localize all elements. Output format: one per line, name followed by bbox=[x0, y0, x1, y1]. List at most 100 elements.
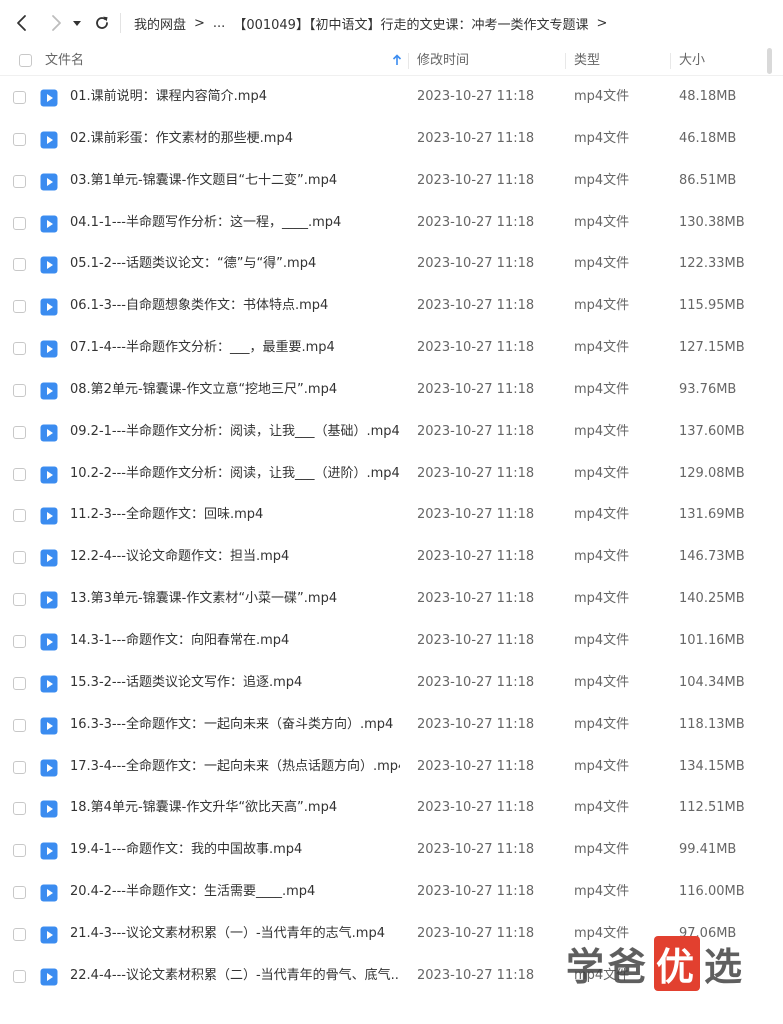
file-row[interactable]: 18.第4单元-锦囊课-作文升华“欲比天高”.mp4 2023-10-27 11… bbox=[0, 787, 783, 829]
row-checkbox[interactable] bbox=[13, 802, 26, 816]
column-divider[interactable] bbox=[670, 53, 671, 69]
column-header-size[interactable]: 大小 bbox=[679, 46, 705, 76]
file-name: 11.2-3---全命题作文：回味.mp4 bbox=[70, 507, 264, 523]
video-file-icon bbox=[40, 340, 58, 358]
file-size: 104.34MB bbox=[679, 674, 745, 690]
row-checkbox[interactable] bbox=[13, 634, 26, 648]
file-row[interactable]: 14.3-1---命题作文：向阳春常在.mp4 2023-10-27 11:18… bbox=[0, 620, 783, 662]
sort-ascending-icon[interactable] bbox=[392, 54, 402, 66]
top-nav-bar: 我的网盘 > ... 【001049】【初中语文】行走的文史课：冲考一类作文专题… bbox=[0, 0, 783, 46]
file-name: 08.第2单元-锦囊课-作文立意“挖地三尺”.mp4 bbox=[70, 381, 338, 397]
file-name: 21.4-3---议论文素材积累（一）-当代青年的志气.mp4 bbox=[70, 925, 385, 941]
row-checkbox[interactable] bbox=[13, 760, 26, 774]
row-checkbox[interactable] bbox=[13, 258, 26, 272]
file-row[interactable]: 19.4-1---命题作文：我的中国故事.mp4 2023-10-27 11:1… bbox=[0, 829, 783, 871]
file-row[interactable]: 20.4-2---半命题作文：生活需要____.mp4 2023-10-27 1… bbox=[0, 871, 783, 913]
watermark-logo: 学 爸 优 选 bbox=[566, 935, 746, 991]
file-row[interactable]: 12.2-4---议论文命题作文：担当.mp4 2023-10-27 11:18… bbox=[0, 536, 783, 578]
breadcrumb-item-current[interactable]: 【001049】【初中语文】行走的文史课：冲考一类作文专题课 bbox=[233, 14, 588, 33]
column-divider[interactable] bbox=[408, 53, 409, 69]
file-row[interactable]: 08.第2单元-锦囊课-作文立意“挖地三尺”.mp4 2023-10-27 11… bbox=[0, 369, 783, 411]
file-type: mp4文件 bbox=[574, 674, 630, 690]
file-size: 46.18MB bbox=[679, 130, 737, 146]
breadcrumb-separator[interactable]: > bbox=[596, 16, 607, 31]
file-row[interactable]: 05.1-2---话题类议论文：“德”与“得”.mp4 2023-10-27 1… bbox=[0, 243, 783, 285]
file-size: 127.15MB bbox=[679, 340, 745, 356]
file-row[interactable]: 03.第1单元-锦囊课-作文题目“七十二变”.mp4 2023-10-27 11… bbox=[0, 160, 783, 202]
file-type: mp4文件 bbox=[574, 591, 630, 607]
scrollbar-thumb[interactable] bbox=[767, 48, 772, 74]
file-row[interactable]: 01.课前说明：课程内容简介.mp4 2023-10-27 11:18 mp4文… bbox=[0, 76, 783, 118]
file-name: 22.4-4---议论文素材积累（二）-当代青年的骨气、底气... bbox=[70, 967, 400, 983]
file-row[interactable]: 07.1-4---半命题作文分析：___，最重要.mp4 2023-10-27 … bbox=[0, 327, 783, 369]
file-size: 146.73MB bbox=[679, 549, 745, 565]
file-row[interactable]: 16.3-3---全命题作文：一起向未来（奋斗类方向）.mp4 2023-10-… bbox=[0, 704, 783, 746]
file-row[interactable]: 09.2-1---半命题作文分析：阅读，让我___（基础）.mp4 2023-1… bbox=[0, 411, 783, 453]
file-modified-time: 2023-10-27 11:18 bbox=[417, 423, 535, 439]
file-type: mp4文件 bbox=[574, 256, 630, 272]
row-checkbox[interactable] bbox=[13, 509, 26, 523]
row-checkbox[interactable] bbox=[13, 132, 26, 146]
file-modified-time: 2023-10-27 11:18 bbox=[417, 507, 535, 523]
breadcrumb-item-root[interactable]: 我的网盘 bbox=[134, 14, 186, 33]
file-list: 01.课前说明：课程内容简介.mp4 2023-10-27 11:18 mp4文… bbox=[0, 76, 783, 997]
file-row[interactable]: 17.3-4---全命题作文：一起向未来（热点话题方向）.mp4 2023-10… bbox=[0, 746, 783, 788]
row-checkbox[interactable] bbox=[13, 383, 26, 397]
row-checkbox[interactable] bbox=[13, 676, 26, 690]
file-modified-time: 2023-10-27 11:18 bbox=[417, 256, 535, 272]
select-all-checkbox[interactable] bbox=[19, 54, 32, 67]
breadcrumb-separator: > bbox=[194, 15, 205, 31]
refresh-button[interactable] bbox=[90, 10, 114, 36]
history-dropdown-button[interactable] bbox=[69, 10, 85, 36]
row-checkbox[interactable] bbox=[13, 216, 26, 230]
row-checkbox[interactable] bbox=[13, 844, 26, 858]
file-row[interactable]: 11.2-3---全命题作文：回味.mp4 2023-10-27 11:18 m… bbox=[0, 494, 783, 536]
row-checkbox[interactable] bbox=[13, 969, 26, 983]
breadcrumb-item-ellipsis[interactable]: ... bbox=[213, 16, 225, 31]
row-checkbox[interactable] bbox=[13, 718, 26, 732]
row-checkbox[interactable] bbox=[13, 91, 26, 104]
row-checkbox[interactable] bbox=[13, 425, 26, 439]
file-size: 99.41MB bbox=[679, 842, 737, 858]
file-name: 02.课前彩蛋：作文素材的那些梗.mp4 bbox=[70, 130, 293, 146]
file-type: mp4文件 bbox=[574, 130, 630, 146]
back-button[interactable] bbox=[10, 10, 34, 36]
file-name: 05.1-2---话题类议论文：“德”与“得”.mp4 bbox=[70, 256, 317, 272]
file-modified-time: 2023-10-27 11:18 bbox=[417, 842, 535, 858]
chevron-right-icon bbox=[52, 15, 61, 31]
video-file-icon bbox=[40, 131, 58, 149]
row-checkbox[interactable] bbox=[13, 342, 26, 356]
file-row[interactable]: 10.2-2---半命题作文分析：阅读，让我___（进阶）.mp4 2023-1… bbox=[0, 453, 783, 495]
file-row[interactable]: 02.课前彩蛋：作文素材的那些梗.mp4 2023-10-27 11:18 mp… bbox=[0, 118, 783, 160]
file-name: 04.1-1---半命题写作分析：这一程，____.mp4 bbox=[70, 214, 342, 230]
file-size: 131.69MB bbox=[679, 507, 745, 523]
video-file-icon bbox=[40, 591, 58, 609]
file-row[interactable]: 13.第3单元-锦囊课-作文素材“小菜一碟”.mp4 2023-10-27 11… bbox=[0, 578, 783, 620]
column-divider[interactable] bbox=[565, 53, 566, 69]
video-file-icon bbox=[40, 842, 58, 860]
file-row[interactable]: 15.3-2---话题类议论文写作：追逐.mp4 2023-10-27 11:1… bbox=[0, 662, 783, 704]
row-checkbox[interactable] bbox=[13, 467, 26, 481]
row-checkbox[interactable] bbox=[13, 174, 26, 188]
file-type: mp4文件 bbox=[574, 549, 630, 565]
column-header-name[interactable]: 文件名 bbox=[45, 46, 84, 76]
file-modified-time: 2023-10-27 11:18 bbox=[417, 549, 535, 565]
file-size: 115.95MB bbox=[679, 298, 745, 314]
file-size: 122.33MB bbox=[679, 256, 745, 272]
file-modified-time: 2023-10-27 11:18 bbox=[417, 465, 535, 481]
row-checkbox[interactable] bbox=[13, 886, 26, 900]
file-row[interactable]: 04.1-1---半命题写作分析：这一程，____.mp4 2023-10-27… bbox=[0, 202, 783, 244]
column-header-modified[interactable]: 修改时间 bbox=[417, 46, 469, 76]
file-size: 112.51MB bbox=[679, 800, 745, 816]
row-checkbox[interactable] bbox=[13, 551, 26, 565]
column-header-type[interactable]: 类型 bbox=[574, 46, 600, 76]
file-type: mp4文件 bbox=[574, 214, 630, 230]
row-checkbox[interactable] bbox=[13, 593, 26, 607]
file-row[interactable]: 06.1-3---自命题想象类作文：书体特点.mp4 2023-10-27 11… bbox=[0, 285, 783, 327]
video-file-icon bbox=[40, 382, 58, 400]
row-checkbox[interactable] bbox=[13, 927, 26, 941]
video-file-icon bbox=[40, 549, 58, 567]
forward-button[interactable] bbox=[44, 10, 68, 36]
file-modified-time: 2023-10-27 11:18 bbox=[417, 632, 535, 648]
row-checkbox[interactable] bbox=[13, 300, 26, 314]
